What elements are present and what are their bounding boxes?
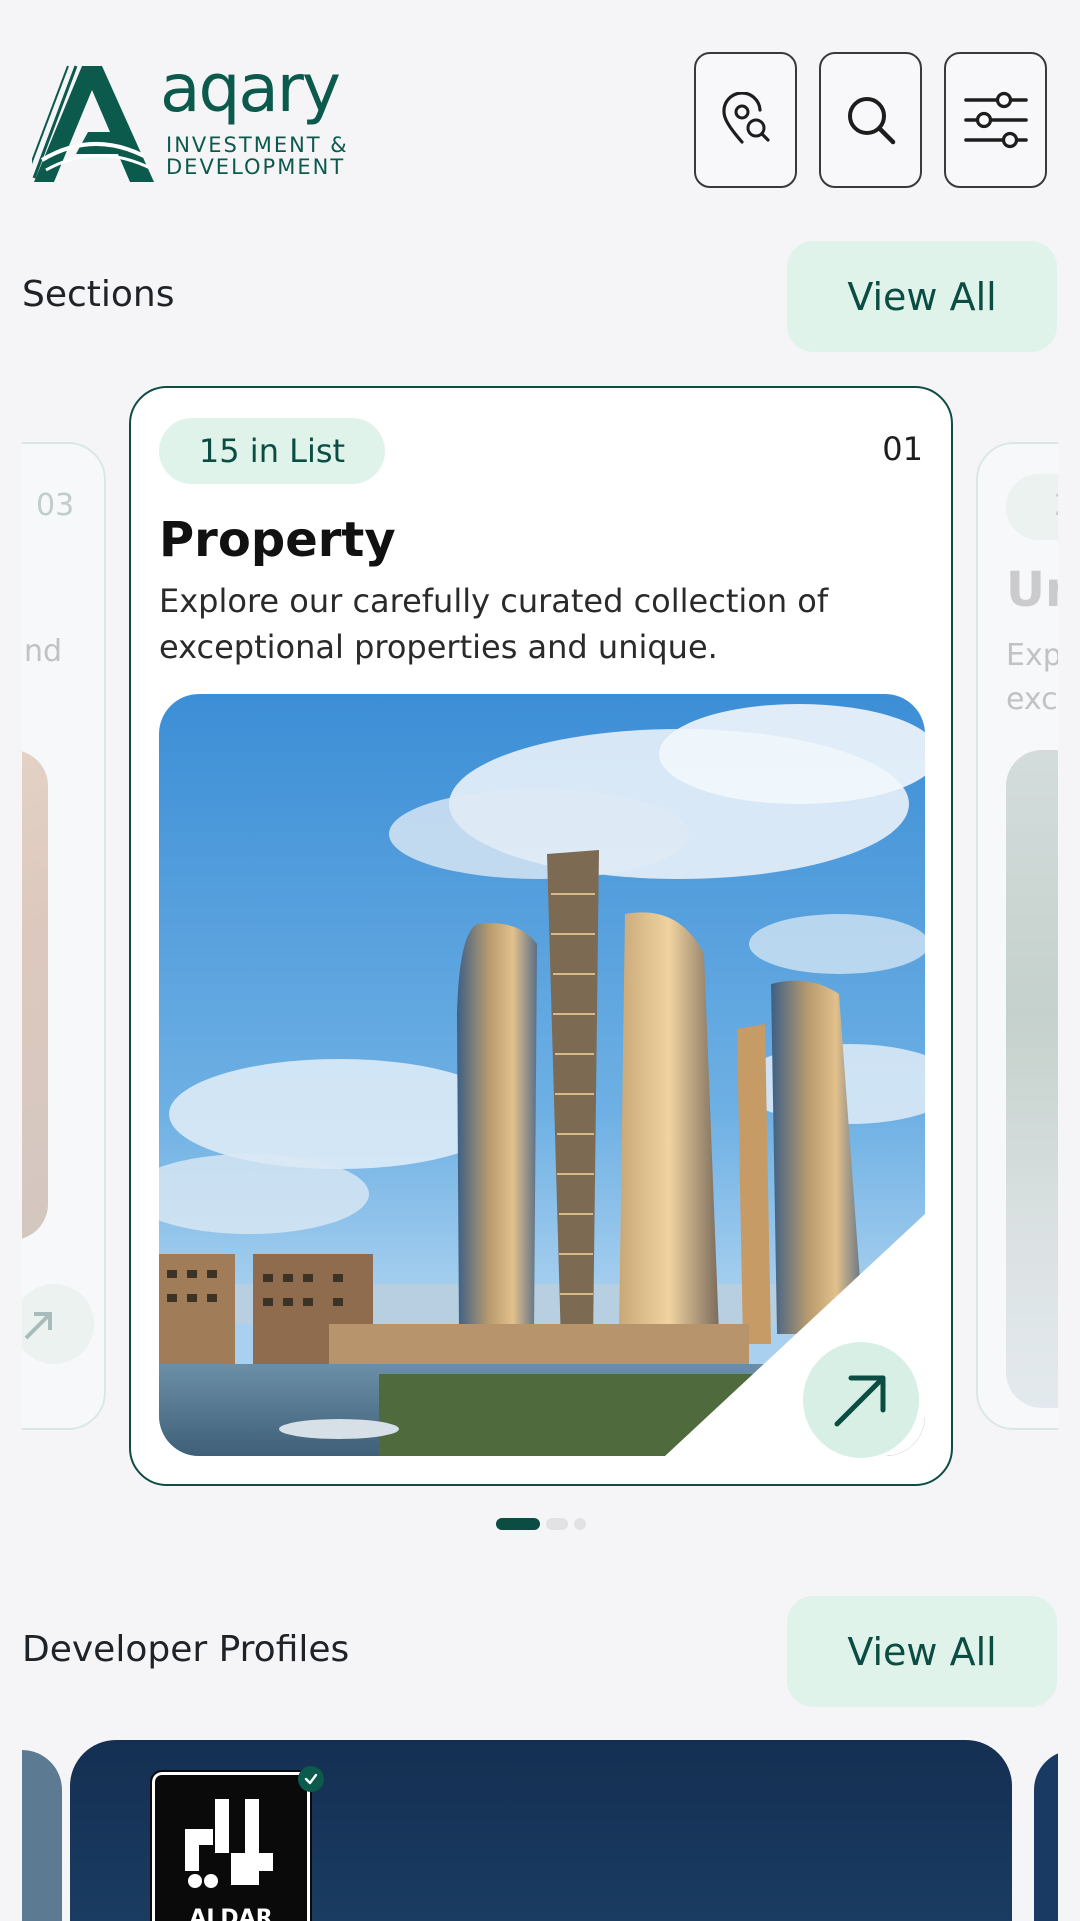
pagination-dot[interactable] [574,1518,586,1530]
developer-card-previous[interactable] [22,1750,62,1921]
arrow-up-right-icon [834,1375,886,1427]
section-card-number: 2 [1054,488,1058,523]
section-card-next[interactable]: 2 Ur Exp exc [976,442,1058,1430]
section-card-title-fragment: Ur [1006,562,1058,618]
app-header: aqary INVESTMENT & DEVELOPMENT [0,0,1080,220]
section-card-desc-fragment: nd [24,634,63,669]
section-card-number: 01 [882,430,923,468]
section-count-badge: 15 in List [159,418,385,484]
developer-profiles-carousel[interactable]: ALDAR [22,1740,1058,1921]
aqary-a-mark-icon [32,65,154,182]
section-card-previous[interactable]: 03 nd [22,442,106,1430]
filter-button[interactable] [944,52,1047,188]
section-card-image [1006,750,1058,1408]
developer-card-featured[interactable]: ALDAR [70,1740,1012,1921]
section-card-number: 03 [36,488,75,523]
section-card-image [22,750,48,1240]
developer-card-next[interactable] [1034,1750,1058,1921]
brand-tagline-1: INVESTMENT & [166,133,349,157]
developer-profiles-view-all-button[interactable]: View All [787,1596,1057,1707]
abu-dhabi-towers-image [159,694,925,1456]
developer-logo: ALDAR [150,1770,312,1921]
aldar-logo-mark-icon: ALDAR [185,1799,273,1921]
developer-profiles-title: Developer Profiles [22,1629,350,1670]
section-card-description: Explore our carefully curated collection… [159,582,829,666]
section-card-desc-line2: exc [1006,682,1058,717]
sections-carousel[interactable]: 03 nd 2 Ur Exp exc 15 in List 01 Propert… [22,380,1058,1490]
pagination-dot[interactable] [546,1518,568,1530]
verified-badge-icon [298,1766,324,1792]
section-card-desc-line1: Exp [1006,638,1058,673]
map-search-button[interactable] [694,52,797,188]
section-card-title: Property [159,512,396,568]
pagination-dot-active[interactable] [496,1518,540,1530]
search-button[interactable] [819,52,922,188]
section-card-property[interactable]: 15 in List 01 Property Explore our caref… [129,386,953,1486]
section-card-badge: 2 [1006,474,1058,540]
filter-sliders-icon [963,91,1028,149]
sections-title: Sections [22,274,175,315]
search-icon [847,97,895,145]
brand-tagline-2: DEVELOPMENT [166,155,346,179]
property-photo [159,694,925,1456]
developer-logo-text: ALDAR [189,1906,272,1921]
arrow-up-right-icon [24,1312,52,1340]
aqary-logo[interactable]: aqary INVESTMENT & DEVELOPMENT [32,50,372,186]
brand-name: aqary [160,50,341,127]
map-pin-search-icon [721,92,770,144]
section-card-arrow-button[interactable] [22,1284,94,1364]
open-section-button[interactable] [803,1342,919,1458]
carousel-pagination [496,1518,586,1530]
sections-view-all-button[interactable]: View All [787,241,1057,352]
